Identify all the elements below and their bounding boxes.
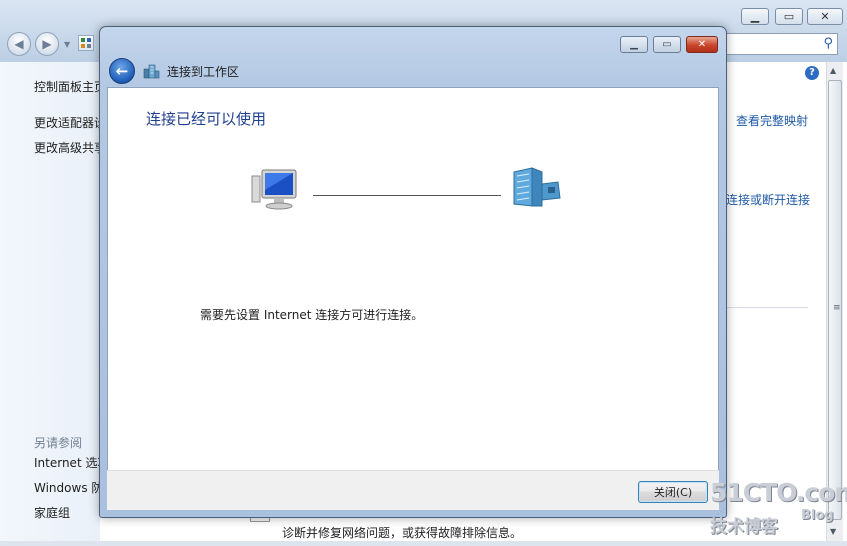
dialog-title: 连接到工作区: [167, 65, 240, 79]
watermark-logo: 51CTO.com 技术博客 Blog: [710, 478, 847, 538]
connect-disconnect-link[interactable]: 连接或断开连接: [726, 191, 810, 208]
maximize-icon: ▭: [662, 39, 672, 50]
workplace-building-icon: [512, 166, 562, 210]
minimize-icon: ▁: [630, 39, 638, 50]
see-also-heading: 另请参阅: [34, 436, 83, 450]
scroll-grip-icon: ≡: [833, 303, 841, 313]
right-content-pane: 查看完整映射 连接或断开连接: [726, 62, 826, 542]
search-icon[interactable]: ⚲: [823, 36, 833, 51]
search-box[interactable]: ⚲: [726, 33, 838, 55]
page-heading: 连接已经可以使用: [146, 110, 267, 128]
close-button[interactable]: 关闭(C): [638, 481, 708, 503]
explorer-minimize-button[interactable]: ▁: [741, 8, 769, 25]
back-button[interactable]: ←: [109, 58, 135, 84]
nav-link-change-adapter-settings[interactable]: 更改适配器设置: [34, 114, 100, 131]
info-message: 需要先设置 Internet 连接方可进行连接。: [200, 308, 424, 322]
connection-line: [313, 195, 501, 196]
watermark-sub-text: 技术博客: [710, 517, 778, 537]
workplace-icon: [143, 62, 160, 79]
dialog-maximize-button[interactable]: ▭: [653, 36, 681, 53]
view-full-map-link[interactable]: 查看完整映射: [736, 112, 808, 129]
left-navigation-pane: 控制面板主页 更改适配器设置 更改高级共享设置 另请参阅 Internet 选项…: [0, 62, 100, 546]
nav-link-advanced-sharing[interactable]: 更改高级共享设置: [34, 139, 100, 156]
explorer-forward-button[interactable]: ▶: [35, 32, 59, 56]
see-also-internet-options[interactable]: Internet 选项: [34, 454, 100, 471]
bottom-strip: [0, 541, 847, 546]
dialog-content: 连接已经可以使用 需要先设置 Internet 连接方可进行连接。: [107, 87, 719, 471]
see-also-homegroup[interactable]: 家庭组: [34, 504, 100, 521]
back-arrow-icon: ←: [115, 62, 129, 80]
dialog-minimize-button[interactable]: ▁: [620, 36, 648, 53]
troubleshoot-link[interactable]: 诊断并修复网络问题，或获得故障排除信息。: [282, 524, 522, 541]
connect-to-workplace-dialog: ▁ ▭ ✕ ← 连接到工作区 连接已经可以使用 需要先设置 Internet 连…: [99, 26, 727, 518]
explorer-maximize-button[interactable]: ▭: [775, 8, 803, 25]
divider: [726, 307, 808, 308]
control-panel-icon: [78, 35, 94, 51]
see-also-windows-firewall[interactable]: Windows 防火墙: [34, 479, 100, 496]
scroll-thumb[interactable]: ≡: [828, 80, 842, 520]
history-dropdown-icon[interactable]: ▼: [64, 40, 70, 49]
dialog-close-x-button[interactable]: ✕: [686, 36, 718, 53]
vertical-scrollbar[interactable]: ▲ ≡ ▼: [826, 62, 843, 542]
close-icon: ✕: [697, 39, 707, 50]
explorer-back-button[interactable]: ◀: [7, 32, 31, 56]
scroll-up-icon[interactable]: ▲: [830, 66, 836, 75]
explorer-close-button[interactable]: ✕: [807, 8, 843, 25]
dialog-footer: 关闭(C): [107, 470, 719, 510]
computer-icon: [250, 168, 300, 216]
help-icon[interactable]: ?: [805, 66, 819, 80]
nav-link-control-panel-home[interactable]: 控制面板主页: [34, 78, 100, 95]
watermark-blog-text: Blog: [801, 508, 834, 523]
watermark-main-text: 51CTO.com: [710, 478, 847, 507]
